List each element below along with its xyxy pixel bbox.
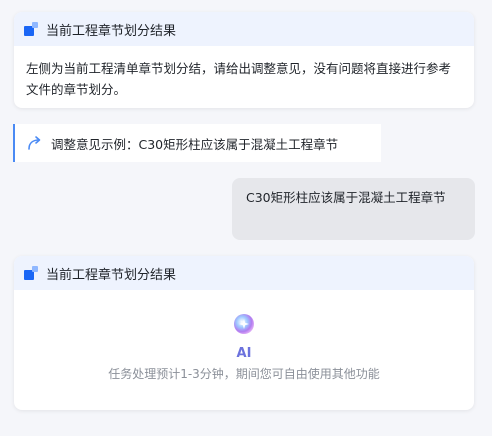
status-text: 任务处理预计1-3分钟，期间您可自由使用其他功能 bbox=[108, 367, 380, 381]
ai-orb-icon bbox=[234, 314, 254, 334]
curved-arrow-icon bbox=[28, 136, 41, 150]
adjustment-hint[interactable]: 调整意见示例：C30矩形柱应该属于混凝土工程章节 bbox=[13, 124, 381, 162]
user-message-text: C30矩形柱应该属于混凝土工程章节 bbox=[246, 190, 446, 205]
loading-indicator: AI 任务处理预计1-3分钟，期间您可自由使用其他功能 bbox=[14, 312, 474, 382]
hint-text: 调整意见示例：C30矩形柱应该属于混凝土工程章节 bbox=[51, 136, 339, 152]
card-title: 当前工程章节划分结果 bbox=[46, 267, 177, 283]
ai-label: AI bbox=[236, 346, 252, 361]
card-title: 当前工程章节划分结果 bbox=[46, 23, 177, 39]
user-message-bubble: C30矩形柱应该属于混凝土工程章节 bbox=[232, 178, 475, 240]
card-header: 当前工程章节划分结果 bbox=[14, 12, 474, 46]
brand-blocks-icon bbox=[24, 266, 38, 280]
chapter-result-card: 当前工程章节划分结果 左侧为当前工程清单章节划分结，请给出调整意见，没有问题将直… bbox=[14, 12, 474, 108]
brand-blocks-icon bbox=[24, 22, 38, 36]
card-header: 当前工程章节划分结果 bbox=[14, 256, 474, 290]
card-body-text: 左侧为当前工程清单章节划分结，请给出调整意见，没有问题将直接进行参考文件的章节划… bbox=[26, 61, 452, 97]
chapter-result-card-loading: 当前工程章节划分结果 AI 任务处理预计1-3分钟，期间您可自由使用其他功能 bbox=[14, 256, 474, 410]
